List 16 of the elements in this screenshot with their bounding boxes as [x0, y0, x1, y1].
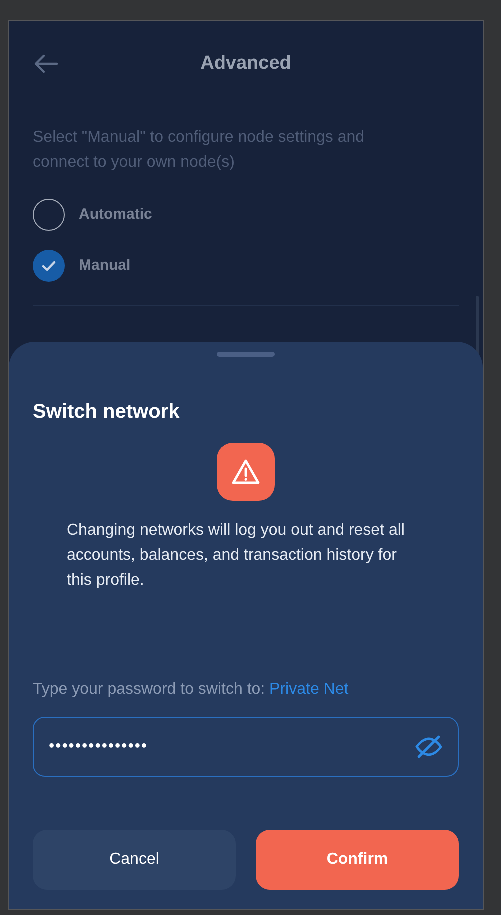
- drag-handle[interactable]: [217, 352, 275, 357]
- radio-button[interactable]: [33, 199, 65, 231]
- warning-icon: [217, 443, 275, 501]
- check-icon: [42, 260, 56, 272]
- radio-label: Manual: [79, 256, 131, 276]
- password-field[interactable]: •••••••••••••••: [33, 717, 459, 777]
- hidden-eye-icon[interactable]: [415, 735, 443, 759]
- description-text: Select "Manual" to configure node settings and connect to your own node(s): [32, 128, 366, 173]
- sheet-title: Switch network: [32, 400, 181, 425]
- page-title: Advanced: [200, 52, 292, 76]
- back-arrow-icon[interactable]: [33, 53, 59, 75]
- radio-button[interactable]: [33, 250, 65, 282]
- cancel-button[interactable]: Cancel: [33, 830, 236, 890]
- password-prompt: Type your password to switch to: Private Net: [32, 680, 350, 700]
- radio-label: Automatic: [79, 204, 152, 225]
- warning-message: Changing networks will log you out and reset all accounts, balances, and transaction history for this profile.: [66, 521, 406, 591]
